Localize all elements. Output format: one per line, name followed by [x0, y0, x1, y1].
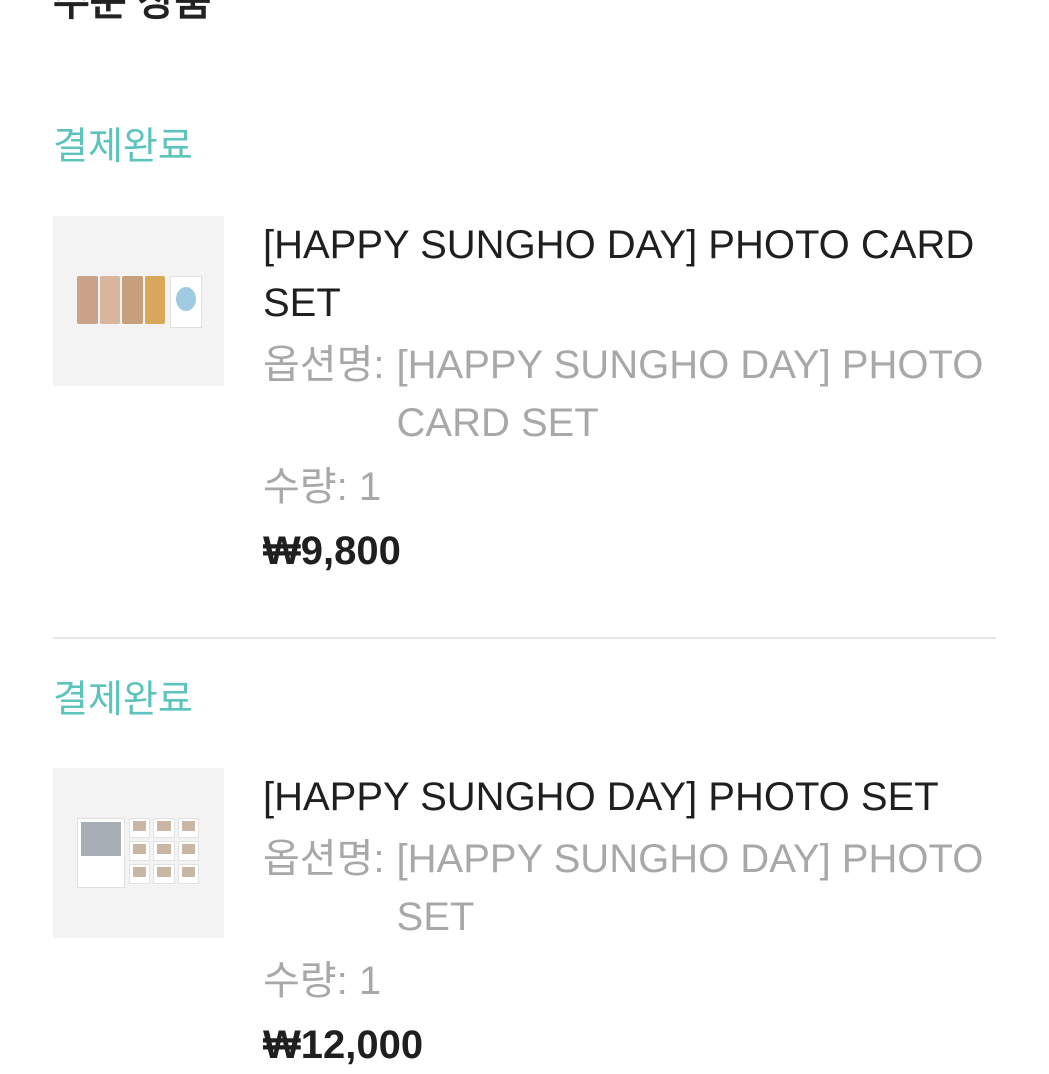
photo-card-side-image [170, 276, 202, 328]
photo-card-strip-image [77, 276, 167, 324]
product-option: 옵션명: [HAPPY SUNGHO DAY] PHOTO CARD SET [263, 336, 996, 452]
section-title: 주문 상품 [53, 0, 212, 24]
product-option: 옵션명: [HAPPY SUNGHO DAY] PHOTO SET [263, 830, 996, 946]
photo-set-cover-image [77, 818, 125, 888]
quantity: 수량: 1 [263, 959, 382, 1003]
product-name[interactable]: [HAPPY SUNGHO DAY] PHOTO SET [263, 768, 996, 826]
product-thumbnail[interactable] [53, 216, 224, 386]
option-value: [HAPPY SUNGHO DAY] PHOTO SET [396, 837, 984, 939]
divider [53, 637, 996, 639]
order-status: 결제완료 [53, 679, 193, 721]
quantity: 수량: 1 [263, 465, 382, 509]
product-thumbnail[interactable] [53, 768, 224, 938]
option-label: 옵션명: [263, 343, 385, 387]
order-item-2: 결제완료 [HAPPY SUNGHO DAY] PHOTO SET 옵션명: [… [53, 679, 996, 1067]
photo-set-grid-image [129, 818, 199, 884]
price: ₩12,000 [263, 1023, 424, 1067]
option-label: 옵션명: [263, 837, 385, 881]
product-name[interactable]: [HAPPY SUNGHO DAY] PHOTO CARD SET [263, 216, 996, 332]
price: ₩9,800 [263, 529, 401, 573]
order-status: 결제완료 [53, 126, 193, 168]
order-item-1: 결제완료 [HAPPY SUNGHO DAY] PHOTO CARD SET 옵… [53, 128, 996, 598]
option-value: [HAPPY SUNGHO DAY] PHOTO CARD SET [396, 343, 984, 445]
